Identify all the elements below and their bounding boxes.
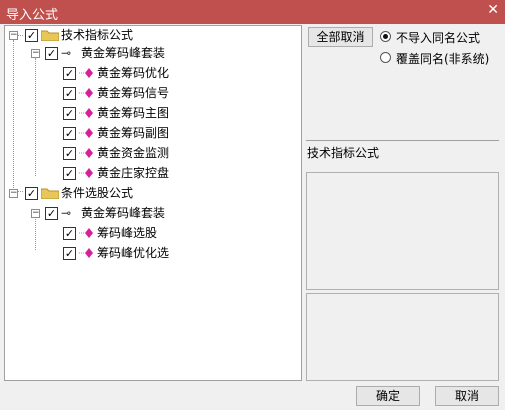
radio-overwrite-duplicates[interactable] — [380, 52, 391, 63]
cancel-button[interactable]: 取消 — [435, 386, 499, 406]
description-title: 技术指标公式 — [307, 146, 380, 160]
item-label: 黄金筹码优化 — [97, 66, 170, 80]
tree-subgroup[interactable]: − ✓ ⊸ 黄金筹码峰套装 — [5, 44, 295, 62]
tree-item[interactable]: ✓ 黄金筹码优化 — [5, 64, 295, 82]
folder-icon — [41, 188, 59, 199]
formula-icon — [79, 88, 93, 98]
tree-item[interactable]: ✓ 黄金资金监测 — [5, 144, 295, 162]
key-icon: ⊸ — [61, 46, 72, 60]
formula-icon — [79, 128, 93, 138]
formula-icon — [79, 248, 93, 258]
collapse-icon[interactable]: − — [31, 49, 40, 58]
item-checkbox[interactable]: ✓ — [63, 167, 76, 180]
item-label: 筹码峰选股 — [97, 226, 158, 240]
item-label: 黄金筹码主图 — [97, 106, 170, 120]
item-checkbox[interactable]: ✓ — [63, 247, 76, 260]
subgroup-label: 黄金筹码峰套装 — [81, 206, 166, 220]
formula-icon — [79, 108, 93, 118]
group-checkbox[interactable]: ✓ — [25, 187, 38, 200]
tree-item[interactable]: ✓ 筹码峰优化选 — [5, 244, 295, 262]
subgroup-checkbox[interactable]: ✓ — [45, 47, 58, 60]
tree-subgroup[interactable]: − ✓ ⊸ 黄金筹码峰套装 — [5, 204, 295, 222]
item-checkbox[interactable]: ✓ — [63, 67, 76, 80]
item-label: 黄金筹码副图 — [97, 126, 170, 140]
folder-icon — [41, 30, 59, 41]
item-label: 黄金资金监测 — [97, 146, 170, 160]
ok-button[interactable]: 确定 — [356, 386, 420, 406]
collapse-icon[interactable]: − — [31, 209, 40, 218]
close-icon[interactable]: ✕ — [487, 2, 499, 18]
item-checkbox[interactable]: ✓ — [63, 107, 76, 120]
collapse-icon[interactable]: − — [9, 31, 18, 40]
formula-icon — [79, 148, 93, 158]
key-icon: ⊸ — [61, 206, 72, 220]
detail-panel — [306, 293, 499, 381]
tree-item[interactable]: ✓ 黄金筹码副图 — [5, 124, 295, 142]
group-label: 技术指标公式 — [61, 28, 134, 42]
item-checkbox[interactable]: ✓ — [63, 87, 76, 100]
radio-skip-duplicates[interactable] — [380, 31, 391, 42]
group-checkbox[interactable]: ✓ — [25, 29, 38, 42]
tree-group-technical[interactable]: − ✓ 技术指标公式 — [5, 26, 295, 44]
item-checkbox[interactable]: ✓ — [63, 127, 76, 140]
formula-icon — [79, 168, 93, 178]
item-checkbox[interactable]: ✓ — [63, 227, 76, 240]
item-label: 黄金庄家控盘 — [97, 166, 170, 180]
window-title: 导入公式 — [6, 8, 59, 23]
item-checkbox[interactable]: ✓ — [63, 147, 76, 160]
tree-group-stock-selection[interactable]: − ✓ 条件选股公式 — [5, 184, 295, 202]
radio-label: 不导入同名公式 — [396, 31, 481, 45]
radio-label: 覆盖同名(非系统) — [396, 52, 490, 66]
tree-item[interactable]: ✓ 黄金庄家控盘 — [5, 164, 295, 182]
group-label: 条件选股公式 — [61, 186, 134, 200]
title-bar: 导入公式 ✕ — [0, 0, 505, 24]
formula-icon — [79, 228, 93, 238]
formula-tree[interactable]: − ✓ 技术指标公式 − ✓ ⊸ 黄金筹码峰套装 ✓ 黄金筹码优化 ✓ 黄金筹码… — [4, 25, 302, 381]
collapse-icon[interactable]: − — [9, 189, 18, 198]
item-label: 黄金筹码信号 — [97, 86, 170, 100]
subgroup-checkbox[interactable]: ✓ — [45, 207, 58, 220]
formula-icon — [79, 68, 93, 78]
item-label: 筹码峰优化选 — [97, 246, 170, 260]
tree-item[interactable]: ✓ 黄金筹码主图 — [5, 104, 295, 122]
tree-item[interactable]: ✓ 黄金筹码信号 — [5, 84, 295, 102]
description-panel — [306, 172, 499, 290]
divider — [306, 140, 499, 141]
subgroup-label: 黄金筹码峰套装 — [81, 46, 166, 60]
deselect-all-button[interactable]: 全部取消 — [308, 27, 373, 47]
tree-item[interactable]: ✓ 筹码峰选股 — [5, 224, 295, 242]
